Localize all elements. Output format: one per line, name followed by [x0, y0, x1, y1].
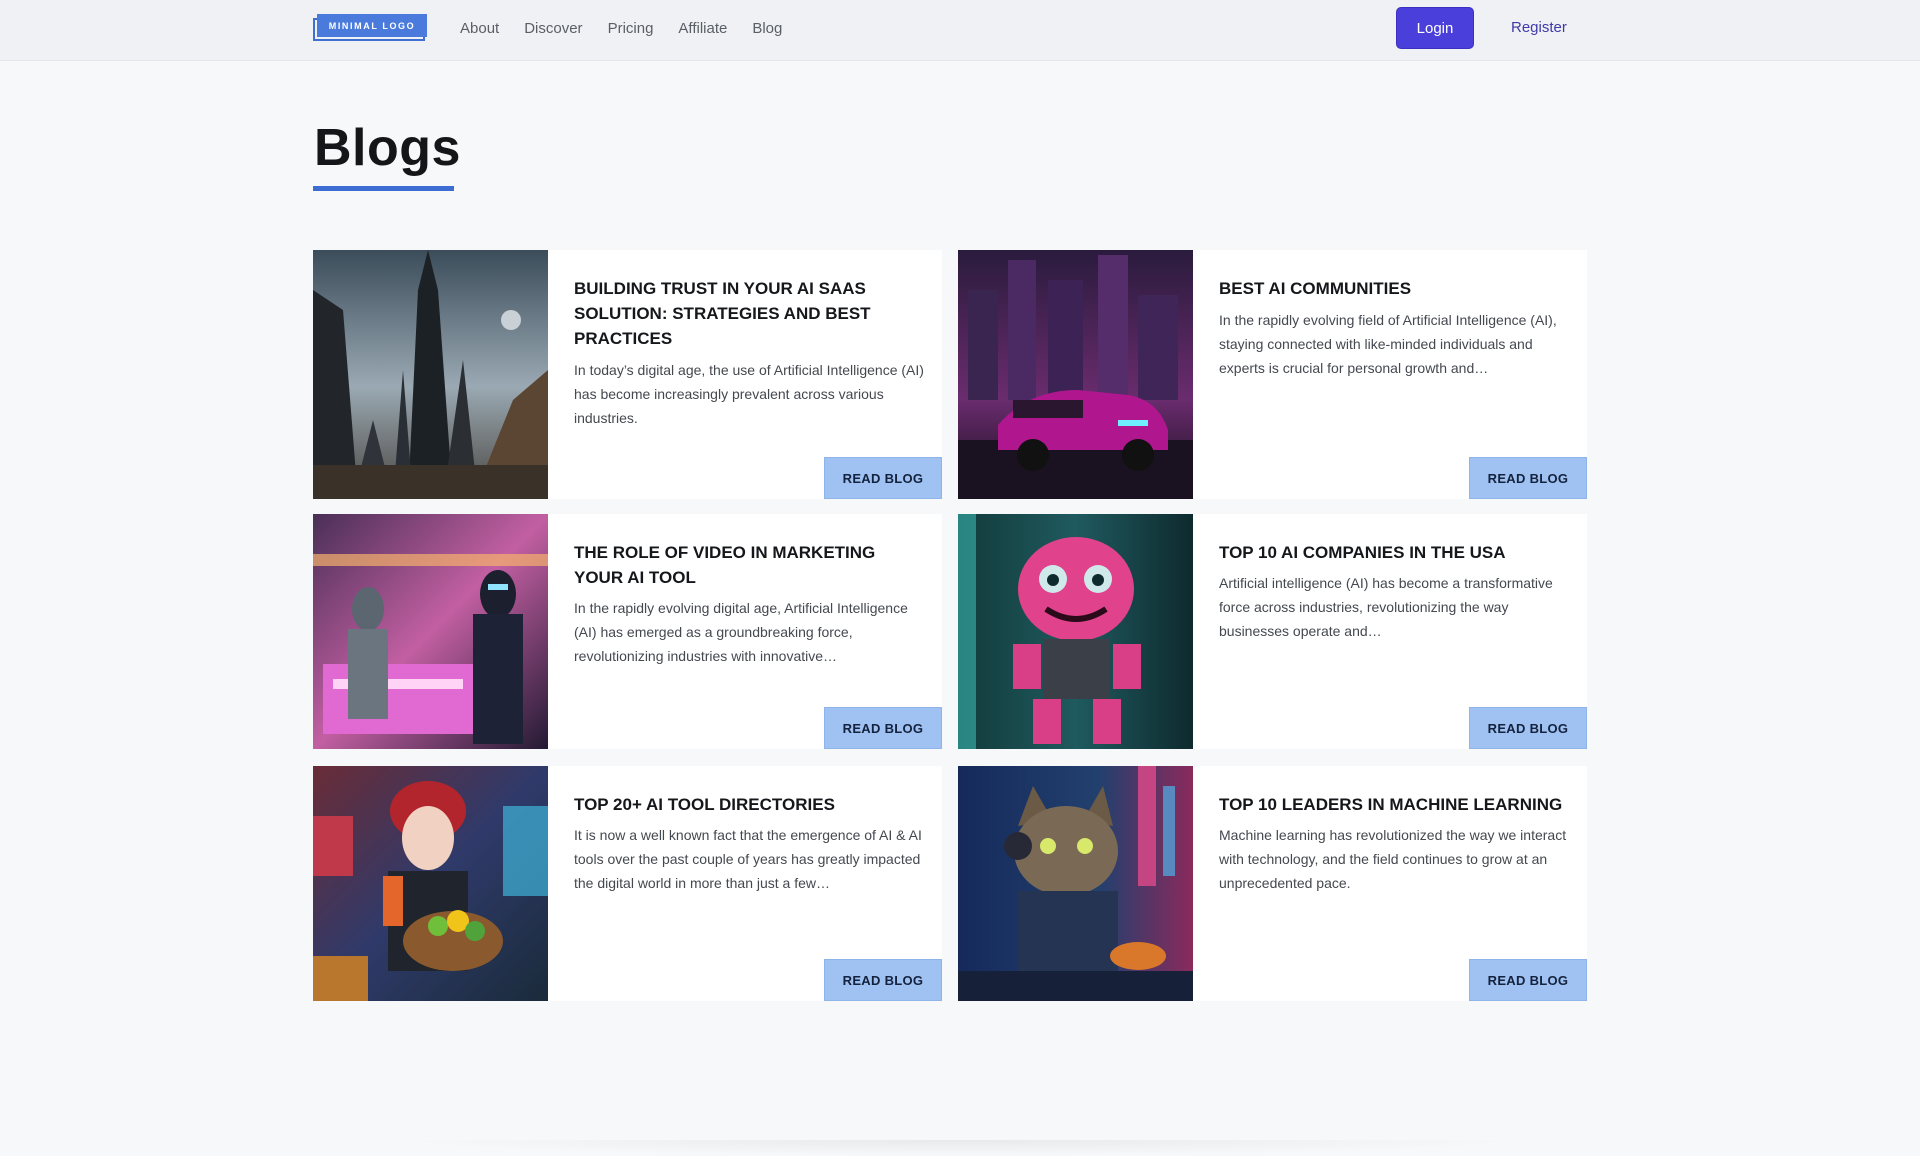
read-blog-button[interactable]: READ BLOG	[824, 959, 942, 1001]
blog-card: TOP 10 LEADERS IN MACHINE LEARNING Machi…	[958, 766, 1587, 1001]
blog-card: TOP 20+ AI TOOL DIRECTORIES It is now a …	[313, 766, 942, 1001]
blog-title[interactable]: TOP 10 AI COMPANIES IN THE USA	[1219, 540, 1569, 565]
blog-title[interactable]: TOP 10 LEADERS IN MACHINE LEARNING	[1219, 792, 1569, 817]
blog-card: THE ROLE OF VIDEO IN MARKETING YOUR AI T…	[313, 514, 942, 749]
red-haired-woman-vegetables-image[interactable]	[313, 766, 548, 1001]
login-button[interactable]: Login	[1396, 7, 1474, 49]
main-nav: About Discover Pricing Affiliate Blog	[460, 0, 807, 56]
blog-title[interactable]: TOP 20+ AI TOOL DIRECTORIES	[574, 792, 924, 817]
blog-excerpt: Artificial intelligence (AI) has become …	[1219, 575, 1553, 639]
top-navigation-bar: MINIMAL LOGO About Discover Pricing Affi…	[0, 0, 1920, 61]
read-blog-button[interactable]: READ BLOG	[1469, 707, 1587, 749]
blog-excerpt: In the rapidly evolving field of Artific…	[1219, 312, 1557, 376]
nav-link-pricing[interactable]: Pricing	[608, 20, 654, 37]
nav-link-about[interactable]: About	[460, 20, 499, 37]
dark-fantasy-tower-image[interactable]	[313, 250, 548, 499]
register-link[interactable]: Register	[1511, 19, 1567, 36]
neon-city-car-image[interactable]	[958, 250, 1193, 499]
cyber-cat-headphones-image[interactable]	[958, 766, 1193, 1001]
blog-excerpt: It is now a well known fact that the eme…	[574, 827, 922, 891]
title-underline	[313, 186, 454, 191]
blog-excerpt: In today’s digital age, the use of Artif…	[574, 362, 924, 426]
site-logo[interactable]: MINIMAL LOGO	[313, 14, 427, 41]
page-title: Blogs	[314, 119, 461, 177]
nav-link-affiliate[interactable]: Affiliate	[678, 20, 727, 37]
blog-card: BEST AI COMMUNITIES In the rapidly evolv…	[958, 250, 1587, 499]
blog-card: TOP 10 AI COMPANIES IN THE USA Artificia…	[958, 514, 1587, 749]
blog-card: BUILDING TRUST IN YOUR AI SAAS SOLUTION:…	[313, 250, 942, 499]
read-blog-button[interactable]: READ BLOG	[824, 457, 942, 499]
blog-title[interactable]: BUILDING TRUST IN YOUR AI SAAS SOLUTION:…	[574, 276, 924, 351]
read-blog-button[interactable]: READ BLOG	[1469, 457, 1587, 499]
footer-edge	[390, 1140, 1530, 1156]
read-blog-button[interactable]: READ BLOG	[1469, 959, 1587, 1001]
nav-link-blog[interactable]: Blog	[752, 20, 782, 37]
cyberpunk-market-figures-image[interactable]	[313, 514, 548, 749]
nav-link-discover[interactable]: Discover	[524, 20, 582, 37]
blog-excerpt: Machine learning has revolutionized the …	[1219, 827, 1567, 891]
blog-title[interactable]: THE ROLE OF VIDEO IN MARKETING YOUR AI T…	[574, 540, 924, 590]
blog-excerpt: In the rapidly evolving digital age, Art…	[574, 600, 908, 664]
logo-text: MINIMAL LOGO	[317, 14, 427, 37]
pink-furry-creature-image[interactable]	[958, 514, 1193, 749]
read-blog-button[interactable]: READ BLOG	[824, 707, 942, 749]
blog-title[interactable]: BEST AI COMMUNITIES	[1219, 276, 1569, 301]
